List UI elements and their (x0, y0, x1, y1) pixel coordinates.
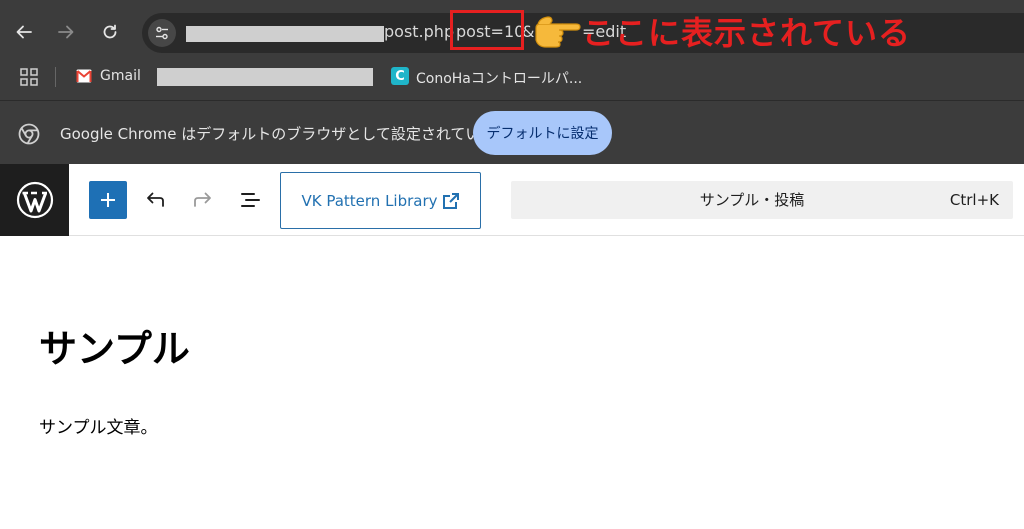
list-view-icon (241, 193, 260, 207)
bookmark-redaction (157, 68, 373, 86)
redo-button[interactable] (189, 186, 217, 214)
apps-grid-icon[interactable] (20, 68, 38, 86)
block-inserter-button[interactable] (89, 181, 127, 219)
wordpress-logo-button[interactable] (0, 164, 69, 236)
editor-header: VK Pattern Library サンプル・投稿 Ctrl+K (0, 164, 1024, 236)
bookmark-conoha[interactable]: ConoHaコントロールパ... (416, 68, 582, 88)
url-redaction (186, 26, 384, 42)
tune-icon (156, 26, 168, 40)
plus-icon (101, 193, 115, 207)
vk-pattern-library-button[interactable]: VK Pattern Library (280, 172, 481, 229)
gmail-icon (76, 69, 92, 83)
forward-button[interactable] (52, 18, 80, 46)
undo-icon (147, 192, 164, 207)
document-title: サンプル・投稿 (699, 191, 805, 209)
annotation-text: ここに表示されている (582, 14, 912, 52)
chrome-logo-icon (18, 123, 40, 145)
arrow-right-icon (58, 25, 74, 39)
back-button[interactable] (10, 18, 38, 46)
url-path: post.php (384, 22, 455, 41)
browser-chrome: post.php post=10 &ac =edit ここに表示されている (0, 0, 1024, 100)
undo-button[interactable] (141, 186, 169, 214)
command-palette-bar[interactable]: サンプル・投稿 Ctrl+K (511, 181, 1013, 219)
bookmarks-divider (55, 67, 56, 87)
post-title[interactable]: サンプル (39, 318, 190, 373)
set-default-button[interactable]: デフォルトに設定 (473, 111, 612, 155)
post-paragraph[interactable]: サンプル文章。 (39, 413, 158, 438)
pointing-hand-icon (535, 16, 581, 48)
bookmark-gmail[interactable]: Gmail (100, 68, 141, 84)
wordpress-icon (16, 181, 53, 219)
reload-button[interactable] (96, 18, 124, 46)
bookmarks-bar: Gmail C ConoHaコントロールパ... (0, 62, 1024, 92)
redo-icon (194, 192, 211, 207)
reload-icon (103, 24, 117, 39)
document-overview-button[interactable] (237, 186, 265, 214)
post-id-highlight-box (450, 10, 524, 50)
conoha-icon: C (391, 67, 409, 85)
keyboard-shortcut: Ctrl+K (949, 191, 999, 209)
default-browser-infobar: Google Chrome はデフォルトのブラウザとして設定されていません デフ… (0, 100, 1024, 164)
site-info-button[interactable] (148, 19, 176, 47)
external-link-icon (442, 192, 459, 209)
vk-pattern-library-label: VK Pattern Library (301, 191, 438, 210)
screen: post.php post=10 &ac =edit ここに表示されている (0, 0, 1024, 529)
arrow-left-icon (16, 25, 32, 39)
infobar-message: Google Chrome はデフォルトのブラウザとして設定されていません (60, 125, 525, 143)
